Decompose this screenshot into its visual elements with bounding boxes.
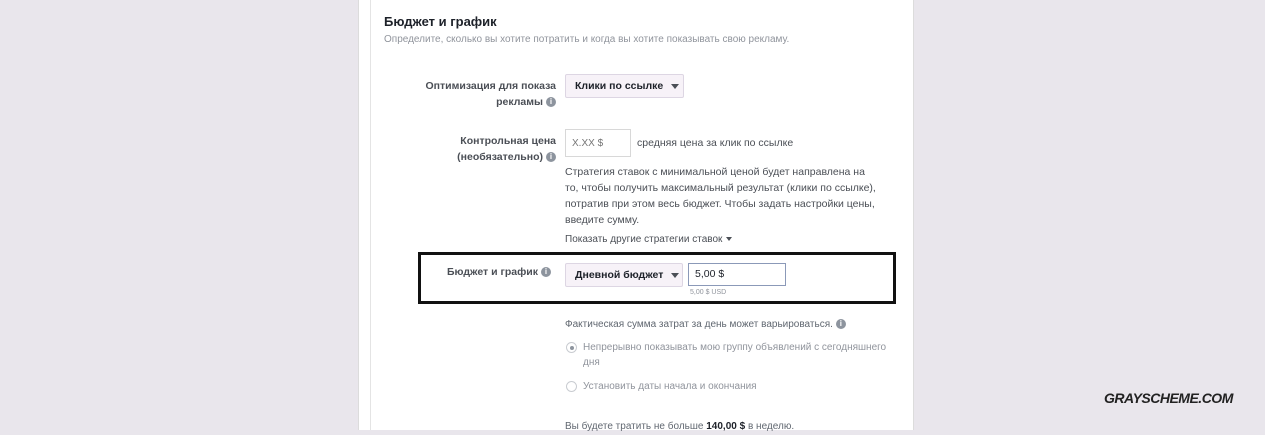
spend-variation-text: Фактическая сумма затрат за день может в…	[565, 319, 833, 330]
control-price-label-line2: (необязательно)	[457, 151, 543, 163]
weekly-prefix: Вы будете тратить не больше	[565, 421, 704, 432]
watermark: GRAYSCHEME.COM	[1104, 390, 1233, 406]
info-icon[interactable]: i	[546, 152, 556, 163]
section-title: Бюджет и график	[384, 14, 497, 29]
description-line-2: то, чтобы получить максимальный результа…	[565, 182, 876, 194]
control-price-suffix: средняя цена за клик по ссылке	[637, 137, 794, 149]
more-strategies-label: Показать другие стратегии ставок	[565, 234, 723, 245]
optimization-dropdown[interactable]: Клики по ссылке	[565, 74, 684, 98]
more-strategies-link[interactable]: Показать другие стратегии ставок	[565, 234, 733, 245]
info-icon[interactable]: i	[835, 319, 846, 330]
panel-inner-edge	[370, 0, 371, 430]
budget-highlight-frame	[418, 252, 896, 304]
control-price-description: Стратегия ставок с минимальной ценой буд…	[565, 164, 900, 228]
optimization-label-line1: Оптимизация для показа	[425, 80, 556, 92]
spend-variation-note: Фактическая сумма затрат за день может в…	[565, 317, 846, 333]
caret-down-icon	[671, 83, 680, 89]
weekly-amount: 140,00 $	[706, 421, 746, 432]
description-line-3: потратив при этом весь бюджет. Чтобы зад…	[565, 198, 875, 210]
optimization-label: Оптимизация для показа рекламы i	[378, 78, 556, 110]
radio-continuous[interactable]	[566, 342, 577, 353]
radio-set-dates-label: Установить даты начала и окончания	[583, 381, 757, 392]
control-price-input[interactable]	[565, 129, 631, 157]
control-price-label-line1: Контрольная цена	[460, 135, 556, 147]
control-price-label: Контрольная цена (необязательно) i	[378, 133, 556, 165]
radio-set-dates[interactable]	[566, 381, 577, 392]
optimization-label-line2: рекламы	[496, 96, 543, 108]
weekly-spend-text: Вы будете тратить не больше 140,00 $ в н…	[565, 419, 794, 435]
info-icon[interactable]: i	[546, 97, 556, 108]
section-subtitle: Определите, сколько вы хотите потратить …	[384, 34, 790, 45]
description-line-4: введите сумму.	[565, 214, 640, 226]
weekly-suffix: в неделю.	[747, 421, 795, 432]
description-line-1: Стратегия ставок с минимальной ценой буд…	[565, 166, 865, 178]
radio-continuous-label: Непрерывно показывать мою группу объявле…	[583, 340, 903, 370]
caret-down-icon	[726, 237, 733, 242]
radio-continuous-line2: дня	[583, 357, 600, 368]
radio-continuous-line1: Непрерывно показывать мою группу объявле…	[583, 342, 887, 353]
optimization-selected: Клики по ссылке	[575, 80, 664, 92]
